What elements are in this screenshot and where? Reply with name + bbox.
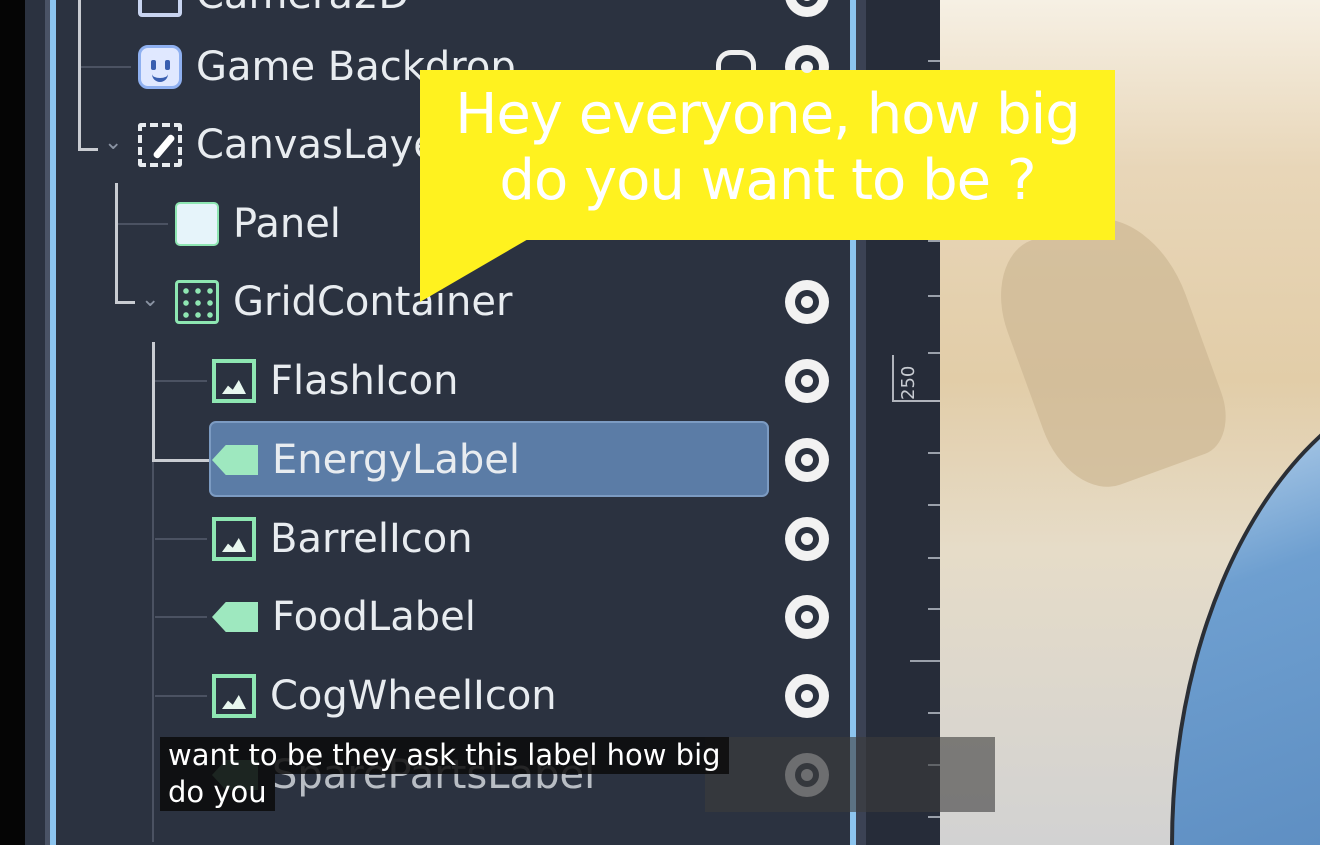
tree-item-foodlabel[interactable]: FoodLabel bbox=[212, 587, 476, 647]
panel-focus-border bbox=[50, 0, 56, 845]
texture-rect-icon bbox=[212, 674, 256, 718]
node-name: EnergyLabel bbox=[272, 437, 520, 483]
node-name: Camera2D bbox=[196, 0, 409, 18]
tree-line bbox=[118, 223, 168, 225]
tree-line bbox=[81, 66, 131, 68]
tree-line bbox=[78, 0, 81, 150]
ruler-tick bbox=[928, 816, 940, 818]
chevron-down-icon[interactable]: ⌄ bbox=[104, 130, 122, 155]
tree-line bbox=[115, 301, 135, 304]
ruler-major-tick bbox=[892, 400, 940, 402]
tree-line bbox=[115, 183, 118, 303]
label-icon bbox=[212, 602, 258, 632]
ruler-label: 250 bbox=[898, 365, 919, 400]
visibility-eye-icon[interactable] bbox=[785, 674, 829, 718]
tree-line bbox=[152, 459, 212, 462]
tree-line bbox=[155, 695, 207, 697]
ruler-tick bbox=[928, 712, 940, 714]
tree-item-camera2d[interactable]: Camera2D bbox=[138, 0, 409, 25]
visibility-eye-icon[interactable] bbox=[785, 517, 829, 561]
tree-item-cogwheelicon[interactable]: CogWheelIcon bbox=[212, 666, 557, 726]
caption-line: do you bbox=[160, 774, 275, 811]
face-sprite-icon bbox=[138, 45, 182, 89]
tree-line bbox=[78, 148, 98, 151]
tree-line bbox=[155, 380, 207, 382]
visibility-eye-icon[interactable] bbox=[785, 438, 829, 482]
tree-item-canvaslayer[interactable]: CanvasLayer bbox=[138, 115, 454, 175]
node-name: BarrelIcon bbox=[270, 516, 473, 562]
node-name: CogWheelIcon bbox=[270, 673, 557, 719]
tree-line bbox=[155, 538, 207, 540]
window-edge bbox=[0, 0, 25, 845]
tree-item-flashicon[interactable]: FlashIcon bbox=[212, 351, 458, 411]
ruler-tick bbox=[928, 504, 940, 506]
tree-item-panel[interactable]: Panel bbox=[175, 194, 341, 254]
tree-line bbox=[152, 462, 154, 842]
texture-rect-icon bbox=[212, 517, 256, 561]
node-name: FoodLabel bbox=[272, 594, 476, 640]
tree-line bbox=[155, 616, 207, 618]
ruler-tick bbox=[928, 240, 940, 242]
ruler-major-tick bbox=[892, 355, 894, 402]
tree-line bbox=[152, 342, 155, 462]
panel-icon bbox=[175, 202, 219, 246]
ruler-tick bbox=[928, 352, 940, 354]
visibility-eye-icon[interactable] bbox=[785, 359, 829, 403]
ruler-tick bbox=[910, 660, 940, 662]
grid-container-icon bbox=[175, 280, 219, 324]
node-name: GridContainer bbox=[233, 279, 513, 325]
node-name: Panel bbox=[233, 201, 341, 247]
visibility-eye-icon[interactable] bbox=[785, 280, 829, 324]
ruler-tick bbox=[928, 557, 940, 559]
texture-rect-icon bbox=[212, 359, 256, 403]
speech-bubble-text: Hey everyone, how big do you want to be … bbox=[455, 82, 1081, 213]
camera2d-icon bbox=[138, 0, 182, 17]
background-rock bbox=[980, 197, 1240, 503]
caption-line: want to be they ask this label how big bbox=[160, 737, 729, 774]
node-name: CanvasLayer bbox=[196, 122, 455, 168]
ruler-tick bbox=[928, 452, 940, 454]
visibility-eye-icon[interactable] bbox=[785, 595, 829, 639]
canvas-layer-icon bbox=[138, 123, 182, 167]
tree-item-energylabel[interactable]: EnergyLabel bbox=[212, 430, 520, 490]
node-name: FlashIcon bbox=[270, 358, 459, 404]
ruler-tick bbox=[928, 608, 940, 610]
ruler-tick bbox=[928, 60, 940, 62]
chevron-down-icon[interactable]: ⌄ bbox=[141, 287, 159, 312]
label-icon bbox=[212, 445, 258, 475]
caption-window bbox=[705, 737, 995, 812]
ruler-tick bbox=[928, 295, 940, 297]
tree-item-barrelicon[interactable]: BarrelIcon bbox=[212, 509, 473, 569]
tree-item-gridcontainer[interactable]: GridContainer bbox=[175, 272, 512, 332]
